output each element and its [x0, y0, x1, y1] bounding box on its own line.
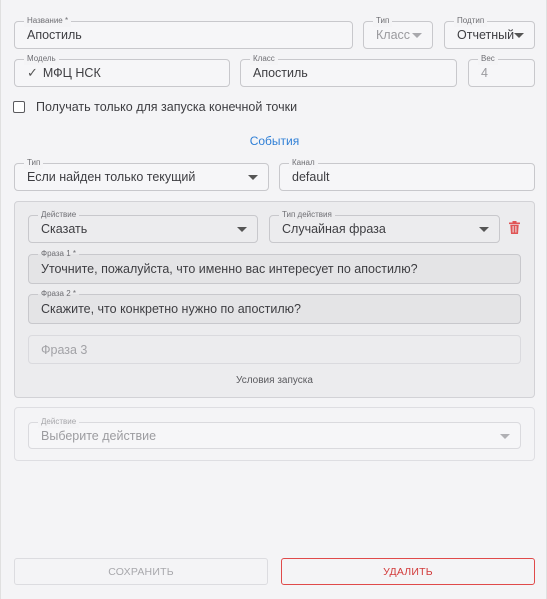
- channel-field[interactable]: Канал default: [279, 157, 535, 191]
- trash-icon[interactable]: [509, 221, 520, 234]
- launch-conditions-link[interactable]: Условия запуска: [14, 375, 535, 386]
- subtype-select-value: Отчетный: [457, 28, 515, 42]
- save-button[interactable]: СОХРАНИТЬ: [14, 558, 268, 585]
- phrase-2-field[interactable]: Фраза 2 * Скажите, что конкретно нужно п…: [28, 288, 521, 324]
- phrase-2-value: Скажите, что конкретно нужно по апостилю…: [41, 302, 301, 316]
- class-field[interactable]: Класс Апостиль: [240, 53, 457, 87]
- endpoint-only-checkbox[interactable]: Получать только для запуска конечной точ…: [13, 100, 297, 114]
- action-type-value: Случайная фраза: [282, 222, 386, 236]
- model-field-content: ✓ МФЦ НСК: [27, 60, 101, 86]
- endpoint-only-label: Получать только для запуска конечной точ…: [36, 100, 298, 114]
- phrase-3-placeholder: Фраза 3: [41, 342, 88, 357]
- delete-button[interactable]: УДАЛИТЬ: [281, 558, 535, 585]
- class-field-value: Апостиль: [253, 66, 308, 80]
- chevron-down-icon: [479, 227, 489, 232]
- weight-field[interactable]: Вес 4: [468, 53, 535, 87]
- new-action-placeholder: Выберите действие: [41, 428, 157, 443]
- name-field-value: Апостиль: [27, 28, 82, 42]
- chevron-down-icon: [237, 227, 247, 232]
- model-field-value: МФЦ НСК: [42, 66, 101, 80]
- checkbox-icon[interactable]: [13, 101, 25, 113]
- action-type-select[interactable]: Тип действия Случайная фраза: [269, 209, 500, 243]
- phrase-1-value: Уточните, пожалуйста, что именно вас инт…: [41, 262, 418, 276]
- phrase-3-field[interactable]: Фраза 3: [28, 335, 521, 364]
- chevron-down-icon: [514, 33, 524, 38]
- event-type-value: Если найден только текущий: [27, 170, 196, 184]
- name-field[interactable]: Название * Апостиль: [14, 15, 353, 49]
- chevron-down-icon: [412, 33, 422, 38]
- phrase-1-field[interactable]: Фраза 1 * Уточните, пожалуйста, что имен…: [28, 248, 521, 284]
- weight-field-value: 4: [481, 66, 488, 80]
- action-select-value: Сказать: [41, 222, 88, 236]
- subtype-select[interactable]: Подтип Отчетный: [444, 15, 535, 49]
- form-panel: Название * Апостиль Тип Класс Подтип Отч…: [0, 0, 547, 599]
- channel-value: default: [292, 170, 330, 184]
- check-icon: ✓: [27, 65, 38, 80]
- model-field[interactable]: Модель ✓ МФЦ НСК: [14, 53, 230, 87]
- type-select[interactable]: Тип Класс: [363, 15, 433, 49]
- chevron-down-icon: [500, 433, 510, 439]
- events-title: События: [249, 134, 300, 148]
- event-type-select[interactable]: Тип Если найден только текущий: [14, 157, 269, 191]
- new-action-select[interactable]: Действие Выберите действие: [28, 416, 521, 449]
- action-select[interactable]: Действие Сказать: [28, 209, 258, 243]
- chevron-down-icon: [248, 175, 258, 180]
- type-select-value: Класс: [376, 28, 411, 42]
